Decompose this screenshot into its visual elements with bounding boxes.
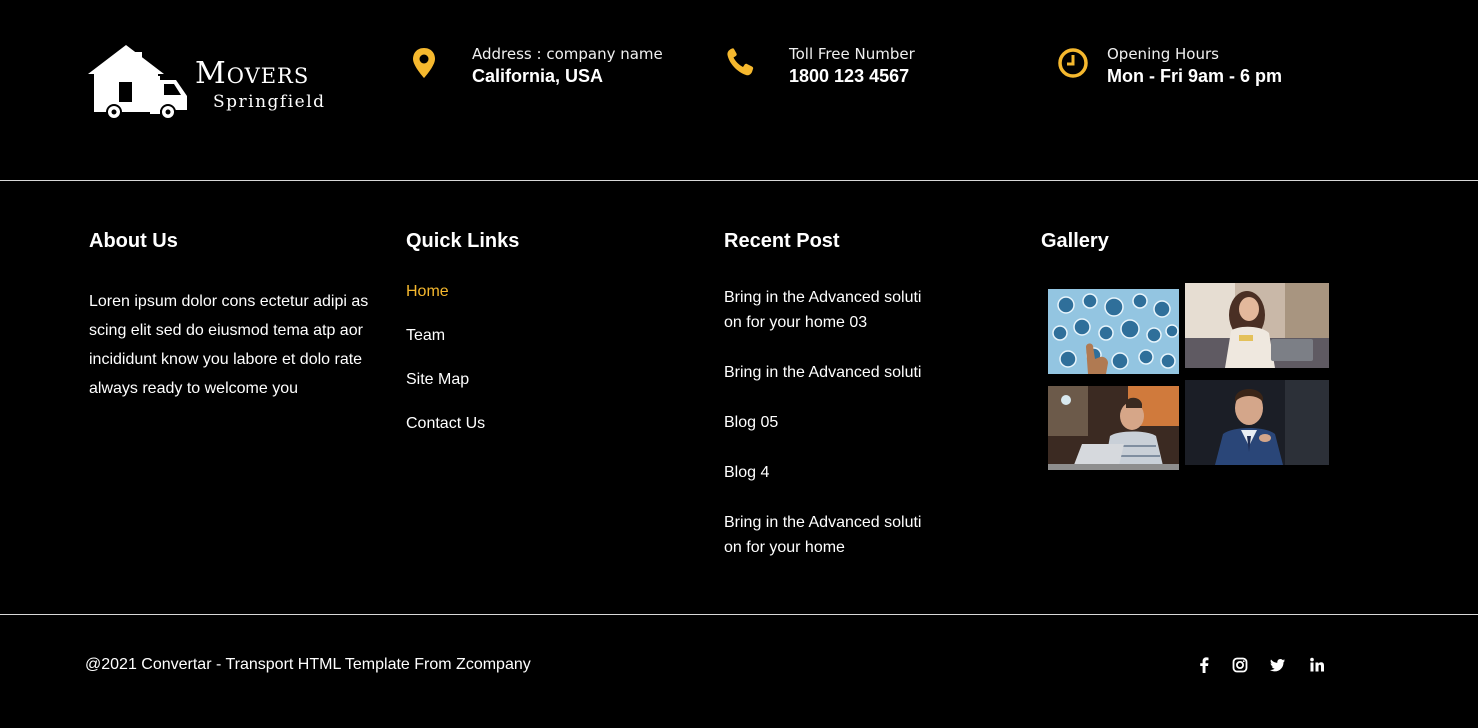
recent-posts-title: Recent Post	[724, 230, 840, 252]
hours-info: Opening Hours Mon - Fri 9am - 6 pm	[1056, 44, 1356, 94]
recent-post-link[interactable]: Blog 05	[724, 410, 929, 435]
gallery-image-woman-laptop[interactable]	[1185, 283, 1329, 368]
phone-label: Toll Free Number	[789, 45, 915, 63]
map-pin-icon	[413, 48, 435, 78]
bottom-divider	[0, 614, 1478, 615]
phone-info: Toll Free Number 1800 123 4567	[725, 44, 1025, 94]
instagram-icon[interactable]	[1232, 656, 1248, 674]
address-label: Address : company name	[472, 45, 663, 63]
recent-posts-section: Recent Post Bring in the Advanced soluti…	[724, 228, 964, 585]
about-text: Loren ipsum dolor cons ectetur adipi as …	[89, 293, 369, 397]
quick-link[interactable]: Home	[406, 283, 449, 300]
quick-link[interactable]: Site Map	[406, 371, 469, 388]
recent-post-link[interactable]: Bring in the Advanced solution for your …	[724, 510, 929, 560]
hours-value: Mon - Fri 9am - 6 pm	[1107, 66, 1283, 86]
about-section: About Us Loren ipsum dolor cons ectetur …	[89, 228, 379, 403]
clock-icon	[1058, 48, 1088, 78]
quick-link[interactable]: Contact Us	[406, 415, 485, 432]
address-info: Address : company name California, USA	[410, 44, 700, 94]
quick-link[interactable]: Team	[406, 327, 445, 344]
top-divider	[0, 180, 1478, 181]
hours-label: Opening Hours	[1107, 45, 1219, 63]
phone-icon	[727, 48, 754, 76]
gallery-image-tech-network[interactable]	[1048, 289, 1179, 374]
linkedin-icon[interactable]	[1309, 656, 1325, 674]
quick-links-section: Quick Links Home Team Site Map Contact U…	[406, 228, 666, 458]
address-value: California, USA	[472, 66, 604, 86]
quick-links-title: Quick Links	[406, 230, 520, 252]
facebook-icon[interactable]	[1197, 656, 1211, 674]
twitter-icon[interactable]	[1270, 656, 1286, 674]
recent-post-link[interactable]: Blog 4	[724, 460, 929, 485]
gallery-title: Gallery	[1041, 230, 1109, 252]
brand-logo[interactable]: Movers Springfield	[88, 42, 338, 120]
copyright-text: @2021 Convertar - Transport HTML Templat…	[85, 656, 531, 673]
house-truck-icon	[88, 45, 187, 120]
quick-link-team: Team	[406, 326, 666, 370]
about-title: About Us	[89, 230, 178, 252]
recent-posts-list: Bring in the Advanced solution for your …	[724, 285, 964, 560]
brand-name: Movers	[195, 56, 310, 91]
gallery-image-man-laptop[interactable]	[1048, 386, 1179, 470]
quick-link-site-map: Site Map	[406, 370, 666, 414]
gallery-image-man-suit[interactable]	[1185, 380, 1329, 465]
quick-link-home: Home	[406, 282, 666, 326]
top-bar: Movers Springfield Address : company nam…	[0, 0, 1478, 180]
quick-link-contact-us: Contact Us	[406, 414, 666, 458]
recent-post-link[interactable]: Bring in the Advanced solution for your …	[724, 285, 929, 335]
brand-tagline: Springfield	[213, 92, 326, 112]
recent-post-link[interactable]: Bring in the Advanced soluti	[724, 360, 929, 385]
quick-links-list: Home Team Site Map Contact Us	[406, 282, 666, 458]
gallery-section: Gallery	[1041, 228, 1341, 470]
phone-value[interactable]: 1800 123 4567	[789, 66, 909, 87]
